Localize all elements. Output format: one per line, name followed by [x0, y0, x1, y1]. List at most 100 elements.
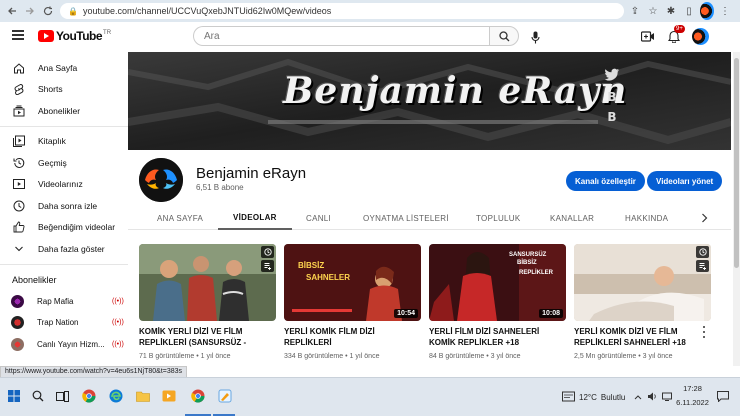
- tab-playlists[interactable]: OYNATMA LİSTELERİ: [363, 206, 449, 230]
- customize-channel-button[interactable]: Kanalı özelleştir: [566, 171, 645, 191]
- sidebar-item-library[interactable]: Kitaplık: [0, 131, 128, 153]
- twitter-icon[interactable]: [604, 68, 620, 84]
- clock-time: 17:28: [683, 384, 702, 393]
- sidepanel-icon[interactable]: ▯: [682, 2, 696, 20]
- video-thumbnail[interactable]: [574, 244, 711, 321]
- sidebar-item-label: Daha fazla göster: [38, 243, 105, 254]
- video-title[interactable]: YERLİ KOMİK FİLM DİZİ REPLİKLERİ: [284, 327, 421, 348]
- video-title[interactable]: KOMİK YERLİ DİZİ VE FİLM REPLİKLERİ (SAN…: [139, 327, 276, 348]
- lock-icon: 🔒: [68, 6, 78, 16]
- sidebar: Ana Sayfa Shorts Abonelikler Kitaplık Ge…: [0, 52, 128, 366]
- video-card[interactable]: KOMİK YERLİ DİZİ VE FİLM REPLİKLERİ (SAN…: [139, 244, 276, 360]
- search-button[interactable]: [489, 26, 519, 46]
- sidebar-item-label: Daha sonra izle: [38, 200, 98, 211]
- home-icon: [12, 61, 25, 74]
- profile-icon[interactable]: [700, 2, 714, 20]
- youtube-logo[interactable]: YouTube TR: [38, 29, 111, 43]
- sidebar-item-subscriptions[interactable]: Abonelikler: [0, 100, 128, 122]
- video-title[interactable]: YERLİ FİLM DİZİ SAHNELERİ KOMİK REPLİKLE…: [429, 327, 566, 348]
- sidebar-item-your-videos[interactable]: Videolarınız: [0, 174, 128, 196]
- extensions-icon[interactable]: ✱: [664, 2, 678, 20]
- thumbnail-text: BİBSİZ: [298, 261, 325, 270]
- sidebar-item-watch-later[interactable]: Daha sonra izle: [0, 195, 128, 217]
- create-video-icon[interactable]: [640, 27, 656, 45]
- video-card[interactable]: BİBSİZ SAHNELER 10:54 YERLİ KOMİK FİLM D…: [284, 244, 421, 360]
- network-icon[interactable]: [662, 392, 672, 403]
- tab-channels[interactable]: KANALLAR: [550, 206, 594, 230]
- chevron-up-icon[interactable]: [634, 393, 642, 402]
- history-icon: [12, 156, 25, 169]
- chrome-active-icon[interactable]: [189, 387, 207, 405]
- browser-toolbar: 🔒 youtube.com/channel/UCCVuQxebJNTUid62I…: [0, 0, 740, 22]
- channel-avatar: [11, 316, 24, 330]
- chrome-icon[interactable]: [80, 387, 98, 405]
- file-explorer-icon[interactable]: [134, 387, 152, 405]
- sidebar-item-liked[interactable]: Beğendiğim videolar: [0, 217, 128, 239]
- tab-community[interactable]: TOPLULUK: [476, 206, 521, 230]
- paint-app-icon[interactable]: [216, 387, 234, 405]
- view-count: 2,5 Mn görüntüleme: [574, 353, 637, 360]
- search-icon[interactable]: [29, 387, 47, 405]
- menu-icon[interactable]: [12, 30, 24, 40]
- video-title[interactable]: YERLİ KOMİK DİZİ VE FİLM REPLİKLERİ SAHN…: [574, 327, 711, 348]
- search-input[interactable]: [193, 26, 489, 46]
- browser-menu-icon[interactable]: ⋮: [718, 2, 732, 20]
- add-to-queue-icon[interactable]: [696, 260, 709, 272]
- watch-later-icon[interactable]: [261, 246, 274, 258]
- share-icon[interactable]: ⇪: [628, 2, 642, 20]
- tab-home[interactable]: ANA SAYFA: [157, 206, 203, 230]
- sidebar-item-label: Ana Sayfa: [38, 62, 78, 73]
- weather-status[interactable]: Bulutlu: [601, 393, 625, 402]
- video-thumbnail[interactable]: [139, 244, 276, 321]
- subscription-item[interactable]: Trap Nation ((•)): [0, 312, 128, 334]
- bookmark-star-icon[interactable]: ☆: [646, 2, 660, 20]
- temperature[interactable]: 12°C: [579, 393, 597, 402]
- notification-center-icon[interactable]: [714, 387, 732, 405]
- sidebar-item-shorts[interactable]: Shorts: [0, 79, 128, 101]
- microphone-icon[interactable]: [528, 28, 542, 46]
- reload-icon[interactable]: [39, 2, 57, 20]
- task-view-icon[interactable]: [53, 387, 71, 405]
- channel-avatar[interactable]: [139, 158, 183, 202]
- sidebar-item-show-more[interactable]: Daha fazla göster: [0, 238, 128, 260]
- subscriptions-icon: [12, 104, 25, 117]
- manage-videos-button[interactable]: Videoları yönet: [647, 171, 723, 191]
- search-icon: [498, 30, 509, 41]
- tab-about[interactable]: HAKKINDA: [625, 206, 668, 230]
- taskbar-clock[interactable]: 17:28 6.11.2022: [675, 382, 710, 410]
- volume-icon[interactable]: [647, 392, 657, 403]
- sidebar-item-label: Geçmiş: [38, 157, 67, 168]
- media-player-icon[interactable]: [160, 387, 178, 405]
- tab-live[interactable]: CANLI: [306, 206, 331, 230]
- video-thumbnail[interactable]: BİBSİZ SAHNELER 10:54: [284, 244, 421, 321]
- social-b-icon[interactable]: B: [607, 90, 616, 104]
- notifications-bell-icon[interactable]: 9+: [666, 25, 685, 45]
- weather-icon[interactable]: [562, 391, 575, 404]
- chevron-right-icon[interactable]: [696, 210, 712, 226]
- video-thumbnail[interactable]: SANSURSÜZ BİBSİZ REPLİKLER 10:08: [429, 244, 566, 321]
- video-card[interactable]: SANSURSÜZ BİBSİZ REPLİKLER 10:08 YERLİ F…: [429, 244, 566, 360]
- watch-later-icon[interactable]: [696, 246, 709, 258]
- page-scrollbar[interactable]: [733, 52, 740, 366]
- thumbnail-text: SANSURSÜZ: [509, 252, 547, 258]
- edge-icon[interactable]: [107, 387, 125, 405]
- social-b2-icon[interactable]: B: [607, 110, 616, 124]
- view-count: 334 B görüntüleme: [284, 353, 344, 360]
- subscription-name: Rap Mafia: [37, 296, 74, 306]
- back-icon[interactable]: [3, 2, 21, 20]
- address-bar[interactable]: 🔒 youtube.com/channel/UCCVuQxebJNTUid62I…: [60, 3, 624, 19]
- forward-icon[interactable]: [21, 2, 39, 20]
- windows-start-icon[interactable]: [5, 387, 23, 405]
- add-to-queue-icon[interactable]: [261, 260, 274, 272]
- video-card[interactable]: YERLİ KOMİK DİZİ VE FİLM REPLİKLERİ SAHN…: [574, 244, 711, 360]
- video-menu-icon[interactable]: [700, 326, 708, 338]
- scrollbar-thumb[interactable]: [734, 58, 739, 268]
- subscription-item[interactable]: Rap Mafia ((•)): [0, 291, 128, 313]
- sidebar-item-history[interactable]: Geçmiş: [0, 152, 128, 174]
- upload-age: 3 yıl önce: [642, 353, 673, 360]
- shorts-icon: [12, 83, 25, 96]
- subscription-item[interactable]: Canlı Yayın Hizm... ((•)): [0, 334, 128, 356]
- tab-videos[interactable]: VİDEOLAR: [218, 206, 292, 230]
- sidebar-item-home[interactable]: Ana Sayfa: [0, 57, 128, 79]
- account-avatar[interactable]: [692, 27, 709, 45]
